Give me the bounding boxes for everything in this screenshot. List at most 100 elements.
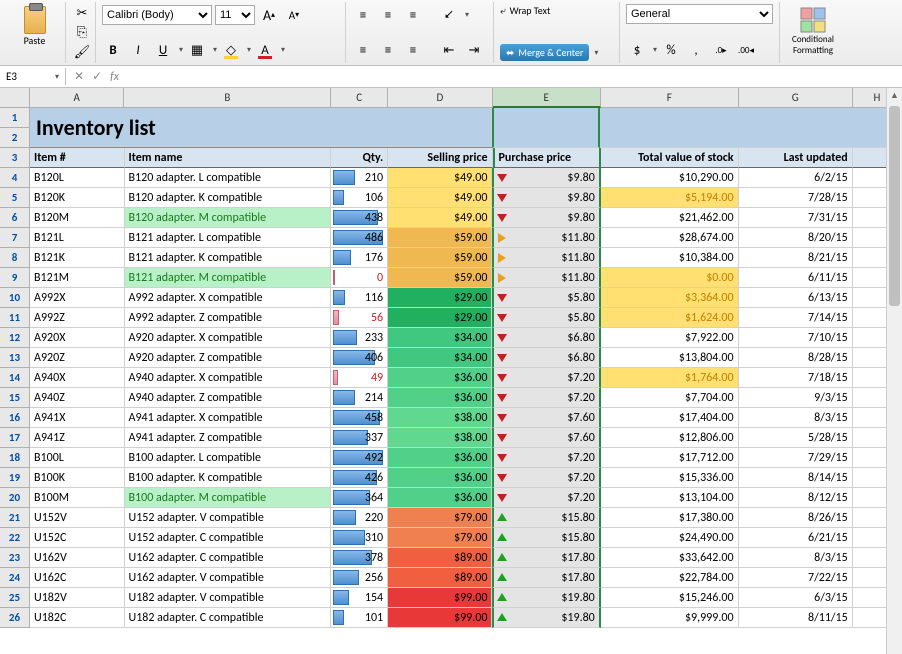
cell[interactable]: $9.80 (492, 168, 600, 188)
cell[interactable]: U152V (30, 508, 125, 528)
font-size-select[interactable]: 11 (215, 5, 255, 25)
cell[interactable]: A920 adapter. Z compatible (125, 348, 332, 368)
column-header[interactable]: D (388, 88, 492, 108)
cell[interactable]: $9.80 (492, 208, 600, 228)
align-right-button[interactable]: ≡ (402, 39, 424, 61)
column-header[interactable]: G (739, 88, 853, 108)
row-header[interactable]: 4 (0, 168, 30, 188)
cell[interactable]: 210 (331, 168, 388, 188)
increase-indent-button[interactable]: ⇥ (463, 39, 485, 61)
cell[interactable]: $29.00 (388, 288, 492, 308)
cell[interactable]: 7/31/15 (739, 208, 853, 228)
table-header[interactable]: Selling price (388, 148, 492, 168)
cell[interactable]: $7.20 (492, 388, 600, 408)
cell[interactable]: $1,764.00 (601, 368, 739, 388)
cell[interactable]: B121 adapter. L compatible (125, 228, 332, 248)
cell[interactable]: 8/20/15 (739, 228, 853, 248)
name-box[interactable]: E3▾ (0, 68, 66, 85)
cell[interactable]: $36.00 (388, 448, 492, 468)
fill-color-button[interactable]: ◇ (220, 39, 242, 61)
column-header[interactable]: C (331, 88, 388, 108)
table-header[interactable]: Qty. (331, 148, 388, 168)
row-header[interactable]: 8 (0, 248, 30, 268)
cell[interactable]: 8/3/15 (739, 408, 853, 428)
decrease-indent-button[interactable]: ⇤ (438, 39, 460, 61)
cell[interactable]: 492 (331, 448, 388, 468)
grow-font-button[interactable]: A▴ (258, 4, 280, 26)
align-center-button[interactable]: ≡ (377, 39, 399, 61)
conditional-formatting-button[interactable]: Conditional Formatting (786, 4, 840, 58)
cell[interactable]: B120M (30, 208, 125, 228)
cancel-icon[interactable]: ✕ (74, 69, 84, 84)
cell[interactable]: B120K (30, 188, 125, 208)
cell[interactable]: $13,804.00 (601, 348, 739, 368)
cell[interactable]: $17.80 (492, 568, 600, 588)
cell[interactable]: U152C (30, 528, 125, 548)
cell[interactable]: $7.20 (492, 368, 600, 388)
cell[interactable]: $15,336.00 (601, 468, 739, 488)
cell[interactable]: 256 (331, 568, 388, 588)
cell[interactable]: B100L (30, 448, 125, 468)
cell[interactable]: $36.00 (388, 368, 492, 388)
cell[interactable]: $5.80 (492, 288, 600, 308)
cell[interactable]: U162 adapter. C compatible (125, 548, 332, 568)
cell[interactable]: B100 adapter. M compatible (125, 488, 332, 508)
font-color-button[interactable]: A (254, 39, 276, 61)
cell[interactable]: $34.00 (388, 348, 492, 368)
paste-button[interactable]: Paste (10, 4, 59, 49)
cell[interactable]: 8/11/15 (739, 608, 853, 628)
cell[interactable]: $36.00 (388, 488, 492, 508)
cell[interactable]: 310 (331, 528, 388, 548)
cell[interactable]: $59.00 (388, 228, 492, 248)
cell[interactable]: U182 adapter. V compatible (125, 588, 332, 608)
row-header[interactable]: 12 (0, 328, 30, 348)
cell[interactable]: 7/14/15 (739, 308, 853, 328)
cell[interactable]: $19.80 (492, 608, 600, 628)
cell[interactable]: A941 adapter. Z compatible (125, 428, 332, 448)
row-header[interactable]: 20 (0, 488, 30, 508)
increase-decimal-button[interactable]: .0▸ (710, 39, 732, 61)
cell[interactable]: $11.80 (492, 228, 600, 248)
align-middle-button[interactable]: ≡ (377, 4, 399, 26)
cell[interactable]: 7/22/15 (739, 568, 853, 588)
cell[interactable]: 364 (331, 488, 388, 508)
cell[interactable]: 176 (331, 248, 388, 268)
cell[interactable]: $17,380.00 (601, 508, 739, 528)
cell[interactable]: $89.00 (388, 548, 492, 568)
cell[interactable]: A992X (30, 288, 125, 308)
cell[interactable]: A940 adapter. Z compatible (125, 388, 332, 408)
row-header[interactable]: 3 (0, 148, 30, 168)
cell[interactable]: 458 (331, 408, 388, 428)
cell[interactable]: 337 (331, 428, 388, 448)
cell[interactable]: $17.80 (492, 548, 600, 568)
cell[interactable]: B100 adapter. L compatible (125, 448, 332, 468)
cell[interactable]: $1,624.00 (601, 308, 739, 328)
formula-input[interactable] (127, 75, 902, 79)
cell[interactable]: 7/10/15 (739, 328, 853, 348)
cell[interactable]: $17,404.00 (601, 408, 739, 428)
cell[interactable]: 6/3/15 (739, 588, 853, 608)
percent-button[interactable]: % (660, 39, 682, 61)
cell[interactable]: 426 (331, 468, 388, 488)
row-header[interactable]: 5 (0, 188, 30, 208)
cell[interactable] (492, 108, 600, 148)
cell[interactable]: $6.80 (492, 328, 600, 348)
cell[interactable]: $79.00 (388, 508, 492, 528)
bold-button[interactable]: B (102, 39, 124, 61)
cell[interactable]: 438 (331, 208, 388, 228)
row-header[interactable]: 10 (0, 288, 30, 308)
cell[interactable]: B121M (30, 268, 125, 288)
cell[interactable]: A992Z (30, 308, 125, 328)
scroll-up-icon[interactable]: ▲ (887, 88, 902, 104)
format-painter-icon[interactable]: 🖌 (72, 43, 92, 61)
cell[interactable]: 9/3/15 (739, 388, 853, 408)
cell[interactable]: $38.00 (388, 428, 492, 448)
row-header[interactable]: 2 (0, 128, 30, 148)
cell[interactable]: $89.00 (388, 568, 492, 588)
column-header[interactable]: B (124, 88, 331, 108)
cell[interactable]: $21,462.00 (601, 208, 739, 228)
cell[interactable]: $12,806.00 (601, 428, 739, 448)
row-header[interactable]: 13 (0, 348, 30, 368)
cell[interactable]: B100K (30, 468, 125, 488)
row-header[interactable]: 14 (0, 368, 30, 388)
